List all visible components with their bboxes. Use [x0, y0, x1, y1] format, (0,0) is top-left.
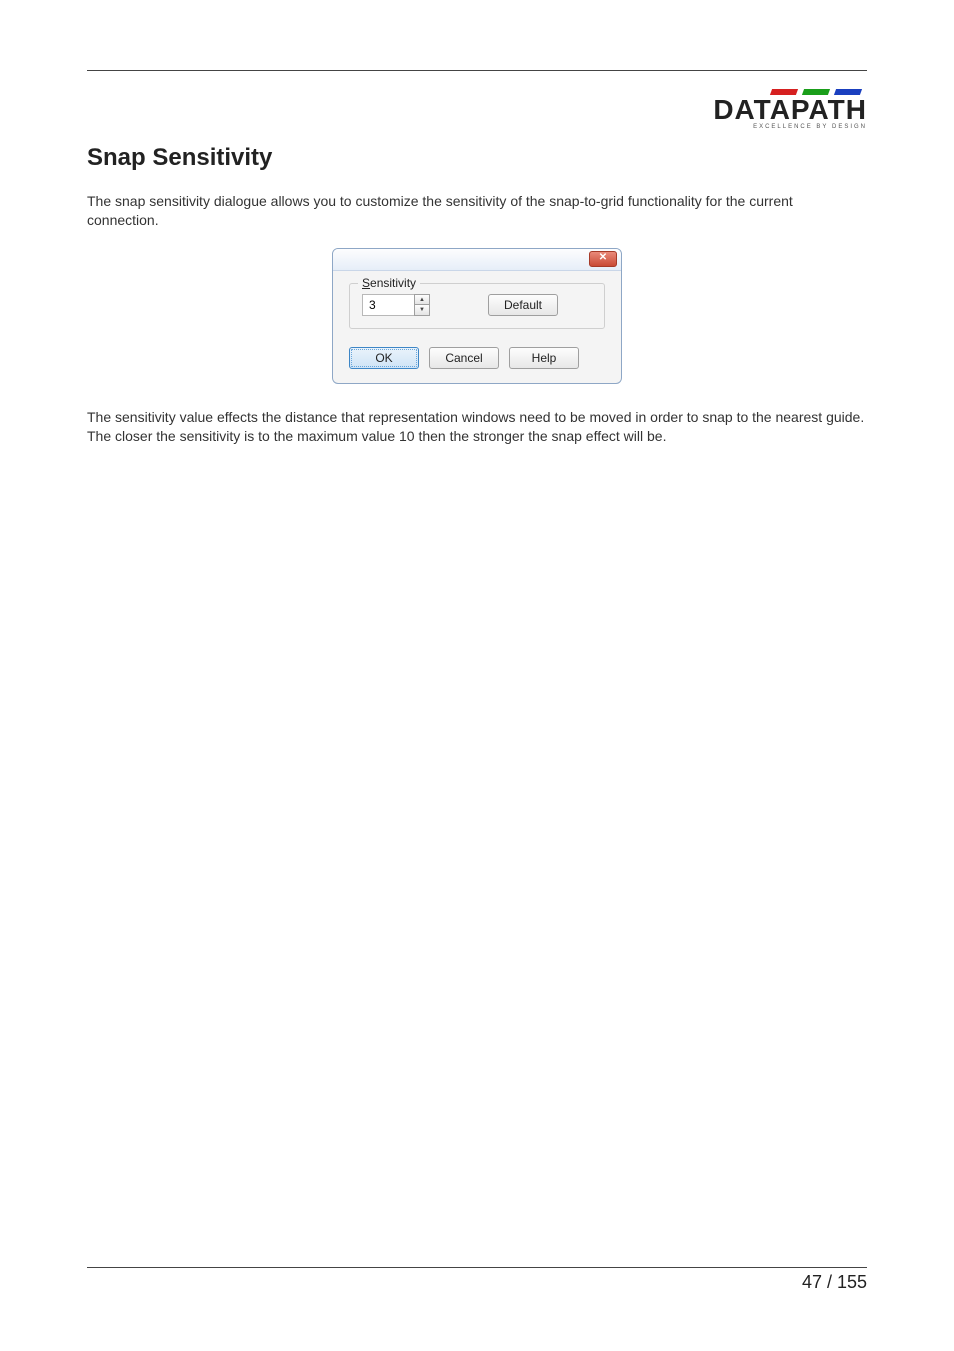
dialog-titlebar: ✕: [333, 249, 621, 271]
spinner-up-button[interactable]: ▲: [414, 294, 430, 305]
dialog-body: Sensitivity ▲ ▼ Default: [333, 271, 621, 335]
dialog-footer: OK Cancel Help: [333, 335, 621, 383]
sensitivity-spinner: ▲ ▼: [362, 294, 430, 316]
ok-button[interactable]: OK: [349, 347, 419, 369]
page-footer: 47 / 155: [87, 1267, 867, 1293]
close-icon: ✕: [599, 252, 607, 263]
logo-tagline: EXCELLENCE BY DESIGN: [697, 124, 867, 130]
help-button[interactable]: Help: [509, 347, 579, 369]
top-divider: [87, 70, 867, 71]
cancel-button[interactable]: Cancel: [429, 347, 499, 369]
snap-sensitivity-dialog: ✕ Sensitivity ▲ ▼ Default OK: [332, 248, 622, 384]
logo-container: DATAPATH EXCELLENCE BY DESIGN: [87, 89, 867, 130]
logo-text: DATAPATH: [697, 97, 867, 122]
page-title: Snap Sensitivity: [87, 144, 867, 172]
close-button[interactable]: ✕: [589, 251, 617, 267]
sensitivity-fieldset: Sensitivity ▲ ▼ Default: [349, 283, 605, 329]
intro-paragraph: The snap sensitivity dialogue allows you…: [87, 192, 867, 230]
page-number: 47 / 155: [87, 1272, 867, 1293]
footer-divider: [87, 1267, 867, 1268]
sensitivity-legend: Sensitivity: [358, 276, 420, 290]
default-button[interactable]: Default: [488, 294, 558, 316]
sensitivity-input[interactable]: [362, 294, 414, 316]
page: DATAPATH EXCELLENCE BY DESIGN Snap Sensi…: [0, 0, 954, 1351]
dialog-figure: ✕ Sensitivity ▲ ▼ Default OK: [87, 248, 867, 384]
spinner-down-button[interactable]: ▼: [414, 304, 430, 316]
spinner-buttons: ▲ ▼: [414, 294, 430, 316]
description-paragraph: The sensitivity value effects the distan…: [87, 408, 867, 446]
datapath-logo: DATAPATH EXCELLENCE BY DESIGN: [697, 89, 867, 130]
